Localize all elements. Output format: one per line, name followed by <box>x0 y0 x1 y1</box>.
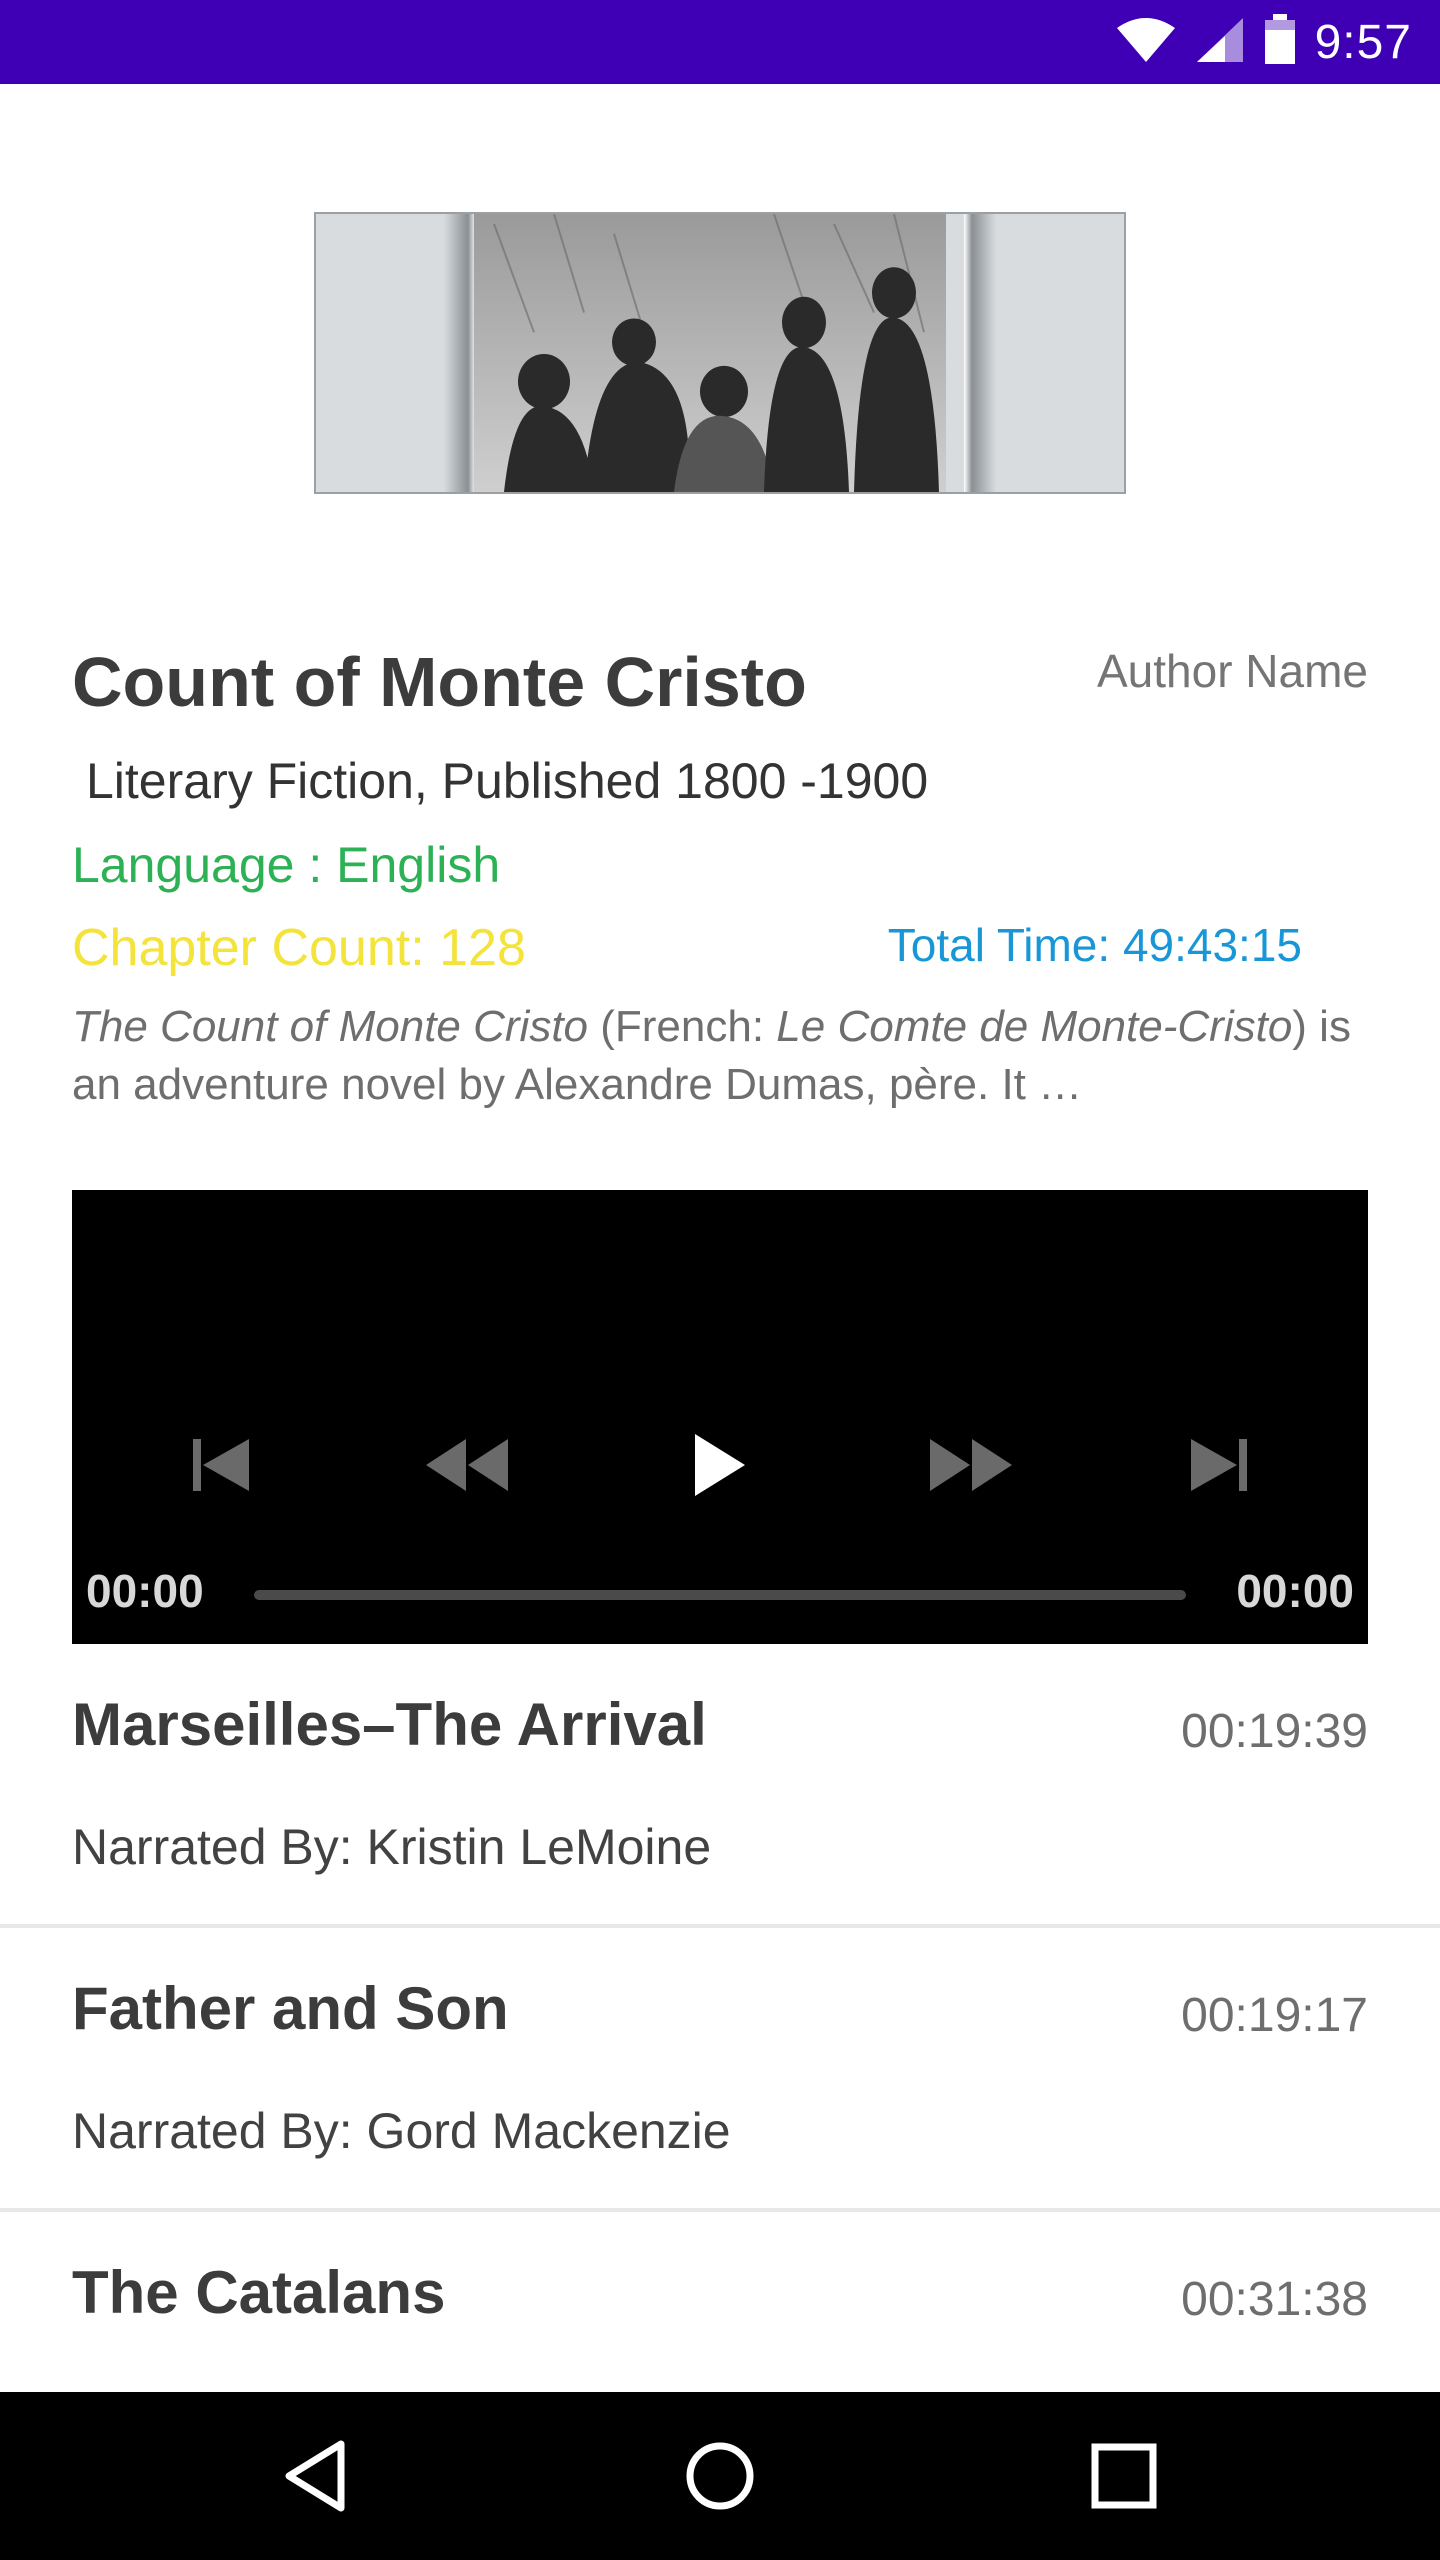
description-text-1: (French: <box>588 1002 777 1051</box>
battery-icon <box>1263 13 1297 71</box>
book-cover-image <box>314 212 1126 494</box>
skip-previous-icon[interactable] <box>176 1420 266 1510</box>
chapter-duration: 00:19:39 <box>1181 1705 1368 1758</box>
chapter-list-item[interactable]: Father and Son 00:19:17 Narrated By: Gor… <box>0 1928 1440 2212</box>
language-label: Language : English <box>72 837 501 893</box>
chapter-narrator: Narrated By: Gord Mackenzie <box>72 2103 731 2159</box>
chapter-duration: 00:31:38 <box>1181 2273 1368 2326</box>
rewind-icon[interactable] <box>422 1420 512 1510</box>
elapsed-time: 00:00 <box>86 1565 204 1617</box>
status-time: 9:57 <box>1314 15 1412 69</box>
genre-publication-line: Literary Fiction, Published 1800 -1900 <box>86 753 929 809</box>
audio-player: 00:00 00:00 <box>72 1190 1368 1644</box>
book-description: The Count of Monte Cristo (French: Le Co… <box>72 998 1372 1114</box>
chapter-list-item[interactable]: Marseilles–The Arrival 00:19:39 Narrated… <box>0 1644 1440 1928</box>
skip-next-icon[interactable] <box>1174 1420 1264 1510</box>
recents-icon[interactable] <box>1074 2426 1174 2526</box>
signal-icon <box>1195 16 1245 69</box>
chapter-title: The Catalans <box>72 2259 446 2326</box>
fast-forward-icon[interactable] <box>926 1420 1016 1510</box>
play-icon[interactable] <box>674 1420 764 1510</box>
description-french-title-italic: Le Comte de Monte-Cristo <box>776 1002 1293 1051</box>
seek-bar[interactable] <box>254 1590 1186 1600</box>
system-navigation-bar <box>0 2392 1440 2560</box>
back-icon[interactable] <box>266 2426 366 2526</box>
chapter-narrator: Narrated By: Kristin LeMoine <box>72 1819 712 1875</box>
cover-engraving-illustration <box>474 214 946 492</box>
total-time-label: Total Time: 49:43:15 <box>887 919 1302 971</box>
chapter-title: Father and Son <box>72 1975 509 2042</box>
cover-left-panel <box>316 214 476 492</box>
duration-time: 00:00 <box>1236 1565 1354 1617</box>
chapter-count-label: Chapter Count: 128 <box>72 919 526 977</box>
cover-right-panel <box>964 214 1124 492</box>
home-icon[interactable] <box>670 2426 770 2526</box>
book-title: Count of Monte Cristo <box>72 643 807 721</box>
chapter-title: Marseilles–The Arrival <box>72 1691 707 1758</box>
status-icons: 9:57 <box>1115 0 1412 84</box>
author-name: Author Name <box>1096 645 1368 697</box>
wifi-icon <box>1115 16 1177 69</box>
chapter-duration: 00:19:17 <box>1181 1989 1368 2042</box>
description-title-italic: The Count of Monte Cristo <box>72 1002 589 1051</box>
status-bar: 9:57 <box>0 0 1440 84</box>
